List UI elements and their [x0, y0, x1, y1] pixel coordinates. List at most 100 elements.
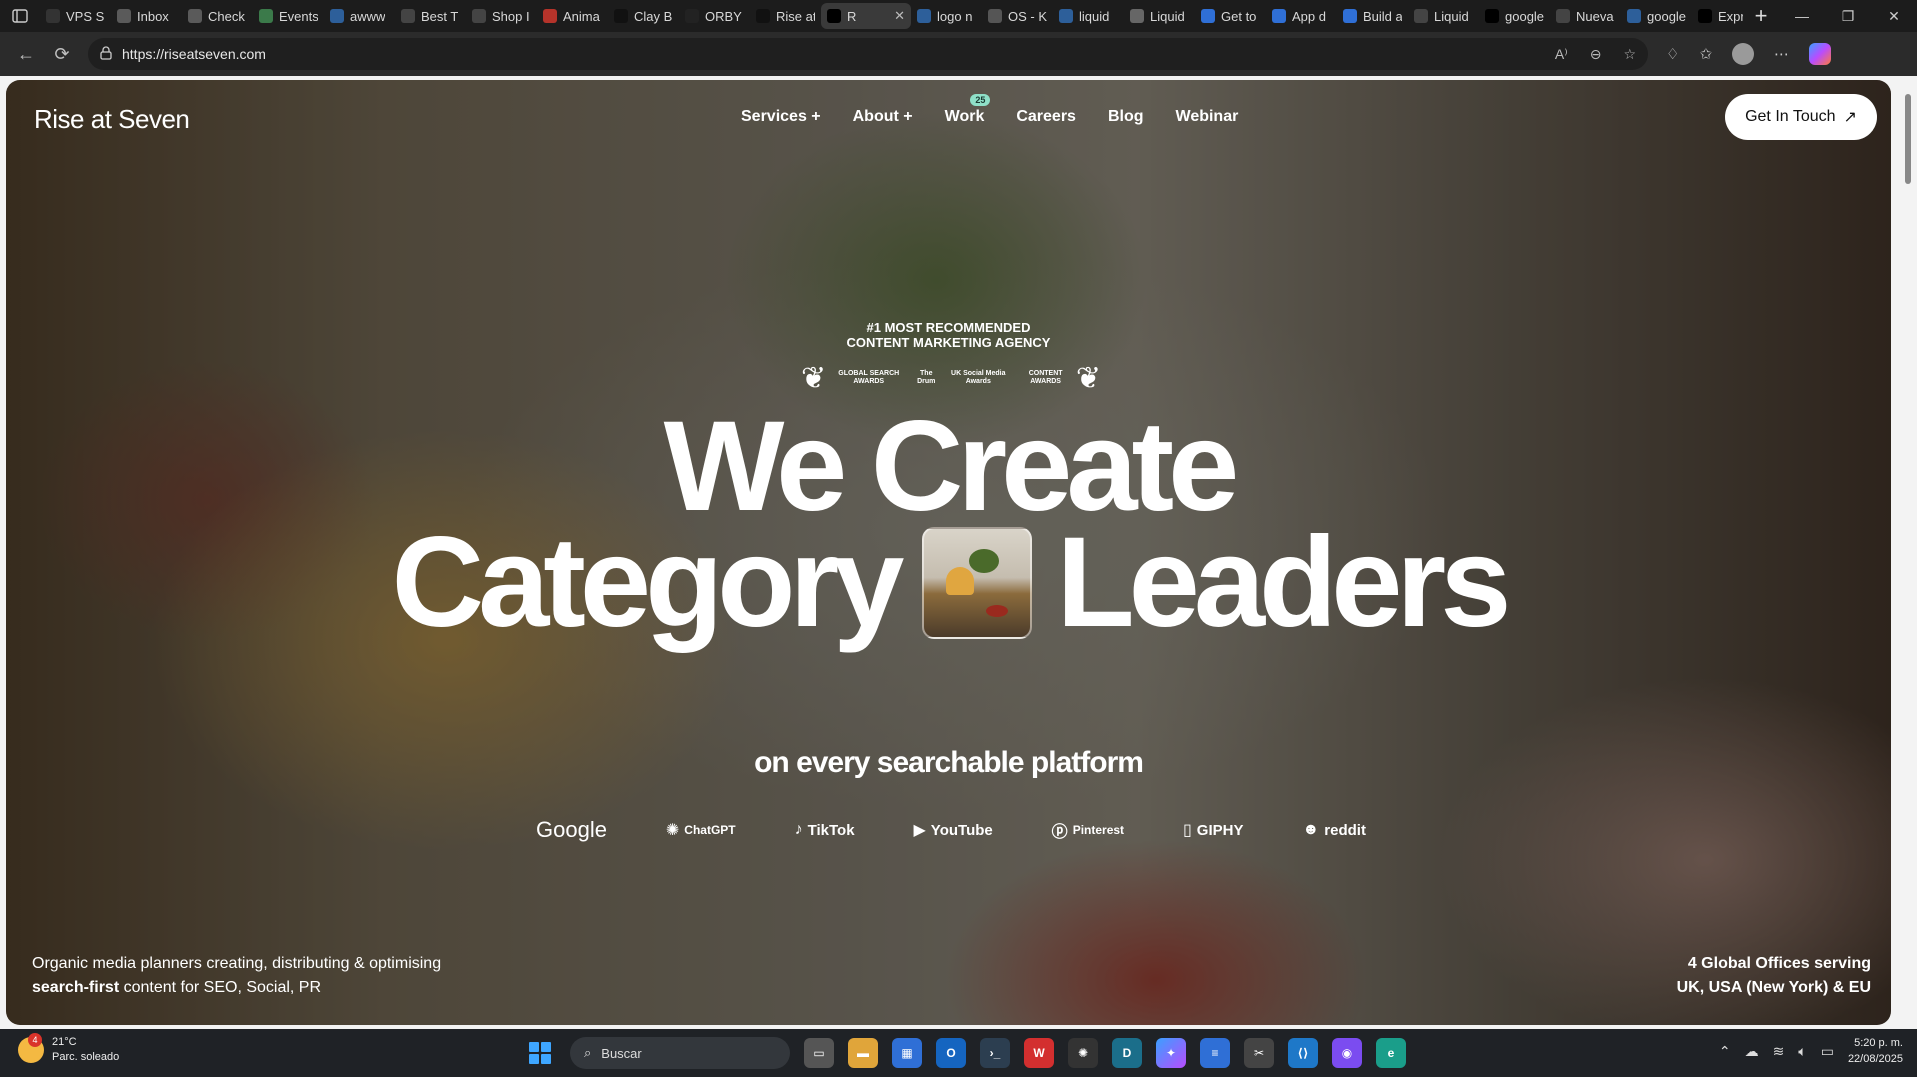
w-icon	[756, 9, 770, 23]
url-text[interactable]: https://riseatseven.com	[122, 46, 266, 62]
edge-icon[interactable]: e	[1376, 1038, 1406, 1068]
profile-avatar[interactable]	[1732, 43, 1755, 65]
windows-start-icon[interactable]	[524, 1037, 556, 1069]
vscode-icon[interactable]: ⟨⟩	[1288, 1038, 1318, 1068]
reddit-logo: ☻ reddit	[1302, 821, 1366, 839]
browser-tab[interactable]: Check	[182, 3, 253, 29]
volume-icon[interactable]: 🔈︎	[1798, 1043, 1806, 1060]
browser-tab[interactable]: Rise at	[750, 3, 821, 29]
terminal-icon[interactable]: ›_	[980, 1038, 1010, 1068]
browser-tab[interactable]: Nueva	[1550, 3, 1621, 29]
file-explorer-icon[interactable]: ▬	[848, 1038, 878, 1068]
browser-tab[interactable]: Get to	[1195, 3, 1266, 29]
tab-actions-icon[interactable]	[0, 0, 40, 32]
browser-tab[interactable]: R ✕	[821, 3, 911, 29]
restore-button[interactable]: ❐	[1825, 0, 1871, 32]
browser-tab[interactable]: awww	[324, 3, 395, 29]
nav-item-webinar[interactable]: Webinar	[1176, 108, 1239, 126]
browser-tab[interactable]: Liquid	[1408, 3, 1479, 29]
browser-tab[interactable]: Inbox	[111, 3, 182, 29]
back-button[interactable]: ←	[8, 36, 44, 72]
outlook-icon[interactable]: O	[936, 1038, 966, 1068]
browser-tab[interactable]: Expres	[1692, 3, 1743, 29]
refresh-button[interactable]: ⟳	[44, 36, 80, 72]
copilot-app-icon[interactable]: ✦	[1156, 1038, 1186, 1068]
browser-tab[interactable]: ORBY	[679, 3, 750, 29]
nav-item-work[interactable]: Work 25	[945, 94, 991, 126]
system-tray: ⌃ ☁ ≋ 🔈︎ ▭ 5:20 p. m. 22/08/2025	[1719, 1035, 1903, 1067]
new-tab-button[interactable]: +	[1743, 0, 1779, 32]
browser-tab[interactable]: Best T	[395, 3, 466, 29]
favorites-icon[interactable]: ✩	[1699, 45, 1712, 63]
tab-label: Clay B	[634, 8, 673, 24]
nav-item-about[interactable]: About +	[853, 108, 913, 126]
tab-label: Expres	[1718, 8, 1743, 24]
tab-label: logo n	[937, 8, 973, 24]
browser-tab[interactable]: VPS Sr	[40, 3, 111, 29]
chatgpt-app-icon[interactable]: ✺	[1068, 1038, 1098, 1068]
chatgpt-icon: ✺	[665, 822, 680, 839]
w-icon	[614, 9, 628, 23]
browser-tab[interactable]: Shop I	[466, 3, 537, 29]
taskbar-search[interactable]: ⌕ Buscar	[570, 1037, 790, 1069]
task-view-icon[interactable]: ▭	[804, 1038, 834, 1068]
globe-icon	[1414, 9, 1428, 23]
wps-icon[interactable]: W	[1024, 1038, 1054, 1068]
orby-icon	[685, 9, 699, 23]
browser-tab[interactable]: Clay B	[608, 3, 679, 29]
browser-tab[interactable]: Build a	[1337, 3, 1408, 29]
search-icon	[1059, 9, 1073, 23]
browser-tab[interactable]: Events	[253, 3, 324, 29]
store-icon[interactable]: ▦	[892, 1038, 922, 1068]
tab-label: OS - K	[1008, 8, 1047, 24]
youtube-logo: ▶ YouTube	[913, 821, 993, 840]
search-icon: ⌕	[584, 1045, 592, 1060]
taskbar-search-placeholder: Buscar	[601, 1045, 642, 1061]
weather-widget[interactable]: 4 21°C Parc. soleado	[18, 1033, 119, 1065]
discord-icon[interactable]: ◉	[1332, 1038, 1362, 1068]
minimize-button[interactable]: —	[1779, 0, 1825, 32]
tab-label: awww	[350, 8, 386, 24]
wifi-icon[interactable]: ≋	[1773, 1043, 1785, 1060]
disney-icon[interactable]: D	[1112, 1038, 1142, 1068]
snipping-icon[interactable]: ✂	[1244, 1038, 1274, 1068]
headline-word-leaders: Leaders	[1056, 511, 1511, 654]
browser-tab[interactable]: google	[1479, 3, 1550, 29]
laurel-left-icon: ❦	[801, 361, 827, 395]
browser-tab[interactable]: logo n	[911, 3, 982, 29]
get-in-touch-button[interactable]: Get In Touch ↗	[1725, 94, 1877, 140]
notepad-icon[interactable]: ≡	[1200, 1038, 1230, 1068]
tab-label: google	[1647, 8, 1686, 24]
page-scrollbar[interactable]	[1903, 80, 1913, 1025]
tab-label: Liquid	[1434, 8, 1469, 24]
browser-tab[interactable]: google	[1621, 3, 1692, 29]
lock-icon[interactable]	[100, 45, 112, 63]
nav-item-blog[interactable]: Blog	[1108, 108, 1144, 126]
browser-tab[interactable]: OS - K	[982, 3, 1053, 29]
battery-icon[interactable]: ▭	[1821, 1043, 1834, 1060]
chevron-up-icon[interactable]: ⌃	[1719, 1043, 1731, 1060]
extension-icon[interactable]: ⊖	[1590, 46, 1602, 63]
more-menu-icon[interactable]: ⋯	[1774, 45, 1789, 63]
site-logo[interactable]: Rise at Seven	[34, 104, 190, 135]
favorite-star-icon[interactable]: ☆	[1623, 46, 1636, 63]
nav-item-careers[interactable]: Careers	[1016, 108, 1076, 126]
work-count-badge: 25	[970, 94, 991, 106]
w-icon	[472, 9, 486, 23]
nav-item-services[interactable]: Services +	[741, 108, 821, 126]
tab-label: Liquid	[1150, 8, 1185, 24]
browser-essentials-icon[interactable]: ♢	[1666, 45, 1679, 63]
events-icon	[259, 9, 273, 23]
close-tab-icon[interactable]: ✕	[894, 8, 905, 24]
browser-tab[interactable]: Anima	[537, 3, 608, 29]
browser-tab[interactable]: Liquid	[1124, 3, 1195, 29]
address-bar[interactable]: https://riseatseven.com A⁾ ⊖ ☆	[88, 38, 1648, 70]
close-window-button[interactable]: ✕	[1871, 0, 1917, 32]
onedrive-icon[interactable]: ☁	[1745, 1043, 1759, 1060]
copilot-icon[interactable]	[1809, 43, 1832, 65]
browser-tab[interactable]: App d	[1266, 3, 1337, 29]
browser-tab[interactable]: liquid	[1053, 3, 1124, 29]
read-aloud-icon[interactable]: A⁾	[1555, 46, 1568, 63]
liquid-icon	[1130, 9, 1144, 23]
clock[interactable]: 5:20 p. m. 22/08/2025	[1848, 1035, 1903, 1067]
